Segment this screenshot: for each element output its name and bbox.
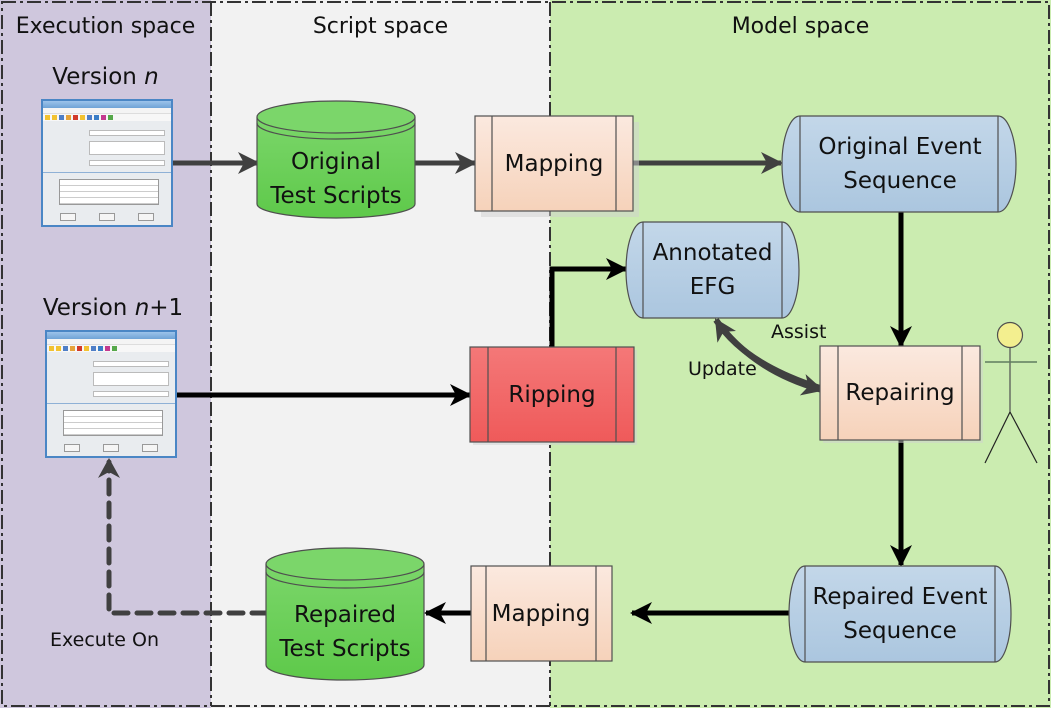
original-event-sequence-label: Original Event Sequence [818, 134, 982, 194]
app-screenshot-version-n [41, 99, 173, 227]
thumb-titlebar [47, 332, 175, 339]
user-actor-icon [984, 321, 1038, 464]
assist-edge-label: Assist [771, 321, 827, 343]
repairing-label: Repairing [845, 380, 955, 406]
ripping-label: Ripping [508, 381, 596, 408]
mapping-top-label: Mapping [504, 150, 604, 177]
repaired-test-scripts-label: Repaired Test Scripts [279, 602, 411, 662]
version-n1-prefix: Version [42, 295, 135, 321]
update-edge-label: Update [688, 358, 757, 380]
thumb-toolbar [43, 114, 171, 121]
version-n-plus-1-label: Version n+1 [0, 295, 226, 321]
version-n1-suffix: +1 [149, 295, 184, 321]
edge-execute-on [98, 458, 269, 616]
thumb-toolbar [47, 345, 175, 352]
repaired-event-sequence-label: Repaired Event Sequence [812, 584, 988, 644]
version-n-label: Version n [0, 64, 211, 90]
mapping-bottom-label: Mapping [491, 600, 591, 627]
version-n1-variable: n [134, 295, 150, 321]
original-test-scripts-label: Original Test Scripts [270, 149, 402, 209]
edge-ripping-to-efg [549, 258, 628, 348]
execute-on-edge-label: Execute On [50, 629, 160, 651]
version-n-variable: n [144, 64, 159, 90]
version-n-prefix: Version [52, 64, 145, 90]
app-screenshot-version-n-plus-1 [45, 330, 177, 458]
thumb-titlebar [43, 101, 171, 108]
annotated-efg-label: Annotated EFG [652, 240, 773, 300]
